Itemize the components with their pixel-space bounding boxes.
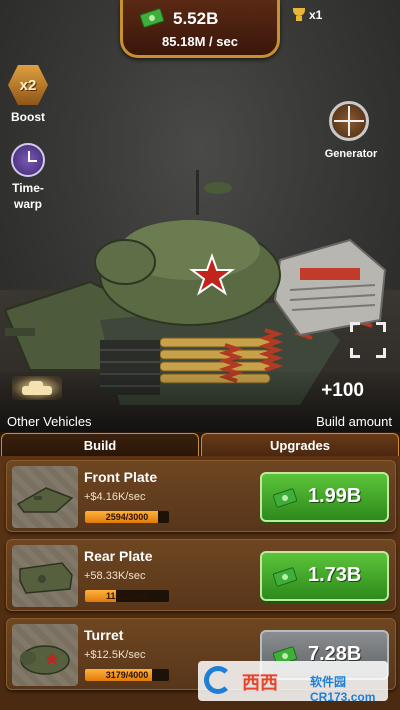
boost-label: Boost [11,110,45,124]
other-vehicles-label: Other Vehicles [7,414,92,429]
part-progress-bar: 2594/3000 [85,511,169,523]
generator-label: Generator [324,148,378,160]
cash-icon [139,7,165,29]
timewarp-clock-icon[interactable] [11,143,45,177]
vehicle-scene[interactable]: 5.52B 85.18M / sec x1 x2 Boost Time- war… [0,0,400,432]
boost-button[interactable]: x2 [8,65,48,105]
turret-icon [12,624,78,686]
tab-bar: Build Upgrades [0,432,400,456]
watermark-logo-icon [204,666,232,694]
tank-silhouette-icon [12,376,62,400]
timewarp-label-line1: Time- [12,181,44,195]
trophy-icon [292,8,306,22]
part-progress-bar: 3179/4000 [85,669,169,681]
part-rate: +$12.5K/sec [84,649,146,661]
buy-price: 1.73B [308,564,362,586]
build-amount-label: Build amount [316,414,392,429]
buy-price: 1.99B [308,485,362,507]
part-progress-bar: 1100/3000 [85,590,169,602]
part-progress-text: 1100/3000 [105,591,149,601]
tab-build[interactable]: Build [1,433,199,456]
boost-badge-text: x2 [19,76,37,94]
watermark-brand: 西西 [242,673,278,693]
boost-badge-icon: x2 [8,65,48,105]
expand-icon[interactable] [350,322,386,358]
watermark: 西西 软件园 CR173.com [198,661,388,704]
income-rate: 85.18M / sec [162,34,238,49]
trophy-multiplier: x1 [309,8,323,22]
part-name: Front Plate [84,469,158,485]
part-name: Rear Plate [84,548,153,564]
timewarp-label-line2: warp [13,197,42,211]
buy-rear-plate-button[interactable]: 1.73B [260,551,389,601]
buy-front-plate-button[interactable]: 1.99B [260,472,389,522]
part-progress-text: 3179/4000 [105,670,149,680]
timewarp-label: Time- warp [4,180,52,212]
part-card-front-plate: Front Plate +$4.16K/sec 2594/3000 1.99B [6,460,396,532]
part-rate: +$4.16K/sec [84,491,146,503]
tab-upgrades[interactable]: Upgrades [201,433,399,456]
build-amount-value[interactable]: +100 [321,380,364,402]
cash-icon [272,487,298,509]
money-banner: 5.52B 85.18M / sec [120,0,280,58]
part-progress-text: 2594/3000 [105,512,149,522]
generator-crosshair-icon[interactable] [329,101,369,141]
money-value: 5.52B [173,9,219,28]
front-plate-icon [12,466,78,528]
cash-icon [272,566,298,588]
part-card-rear-plate: Rear Plate +58.33K/sec 1100/3000 1.73B [6,539,396,611]
part-rate: +58.33K/sec [84,570,146,582]
part-name: Turret [84,627,124,643]
money-row: 5.52B [123,6,277,29]
rear-plate-icon [12,545,78,607]
watermark-site: 软件园 CR173.com [310,675,376,704]
